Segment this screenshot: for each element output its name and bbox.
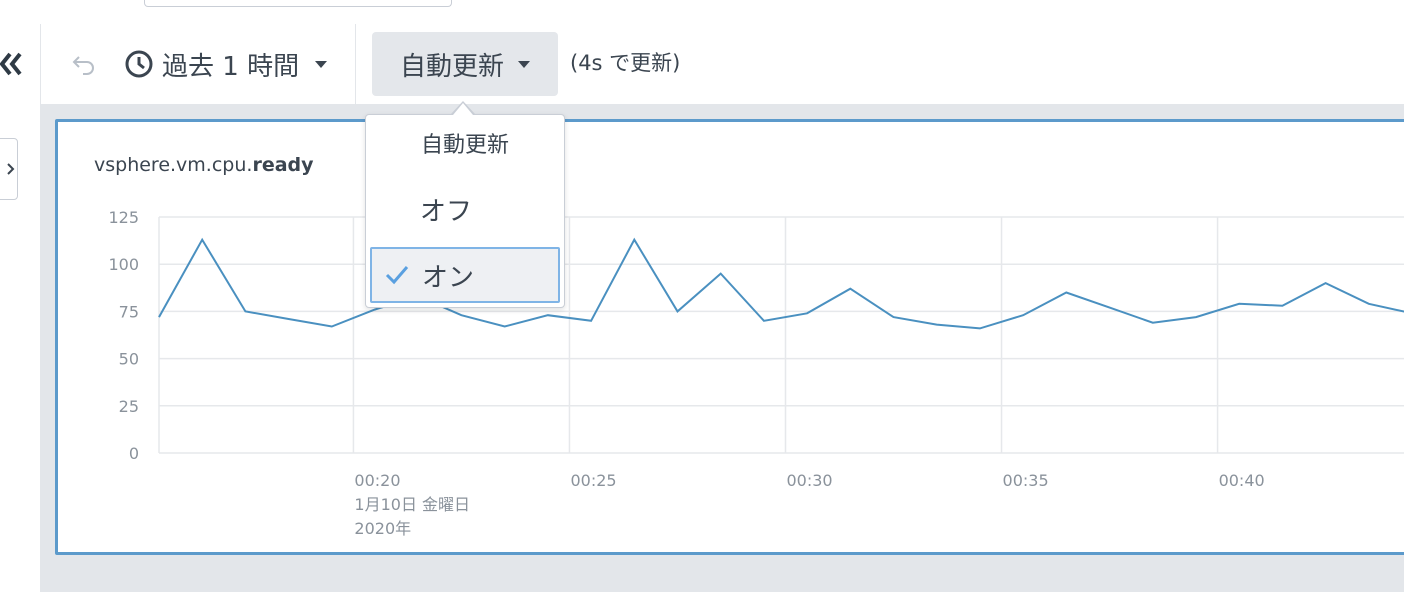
toolbar-divider: [355, 24, 356, 104]
search-field-edge[interactable]: [144, 0, 452, 7]
autorefresh-option-on[interactable]: オン: [370, 247, 560, 303]
time-range-picker[interactable]: 過去 1 時間: [124, 42, 328, 86]
x-tick-label: 1月10日 金曜日: [354, 495, 470, 514]
x-tick-label: 00:20: [354, 471, 400, 490]
y-tick-label: 25: [119, 397, 139, 416]
chevron-down-icon: [315, 60, 328, 68]
dashboard-canvas: vsphere.vm.cpu.ready 0 25 50 75 100 125 00:20 1…: [0, 104, 1404, 592]
y-tick-label: 0: [129, 444, 139, 463]
toolbar-divider: [40, 24, 41, 104]
double-chevron-left-icon: [0, 52, 22, 76]
autorefresh-menu-header: 自動更新: [420, 133, 509, 158]
autorefresh-option-off[interactable]: オフ: [370, 181, 560, 237]
autorefresh-menu: 自動更新 オフ オン: [365, 114, 565, 308]
y-tick-label: 100: [108, 255, 139, 274]
x-tick-label: 00:35: [1003, 471, 1049, 490]
y-tick-label: 125: [108, 208, 139, 227]
y-tick-label: 50: [119, 350, 139, 369]
clock-icon: [125, 50, 153, 78]
rail-expand-tab[interactable]: [0, 138, 18, 200]
time-range-label: 過去 1 時間: [162, 51, 300, 82]
chart-panel[interactable]: vsphere.vm.cpu.ready 0 25 50 75 100 125 00:20 1…: [55, 119, 1404, 555]
x-tick-label: 00:30: [787, 471, 833, 490]
menu-pointer-fill: [453, 103, 473, 115]
x-tick-label: 2020年: [354, 519, 411, 538]
refresh-status-text: (4s で更新): [570, 51, 681, 75]
chevron-down-icon: [518, 60, 530, 68]
line-chart[interactable]: 0 25 50 75 100 125 00:20 1月10日 金曜日 2020年 00:25 00:…: [58, 122, 1404, 552]
left-rail: [0, 104, 41, 592]
autorefresh-option-label: オン: [422, 262, 475, 293]
x-tick-label: 00:40: [1219, 471, 1265, 490]
chevron-right-icon: [7, 163, 15, 175]
autorefresh-label: 自動更新: [399, 51, 504, 82]
toolbar: 過去 1 時間 自動更新 (4s で更新): [0, 24, 1404, 104]
autorefresh-button[interactable]: 自動更新: [372, 32, 558, 96]
collapse-sidebar-button[interactable]: [0, 24, 40, 104]
y-tick-label: 75: [119, 302, 139, 321]
check-icon: [372, 264, 422, 286]
undo-zoom-button[interactable]: [64, 48, 104, 80]
x-tick-label: 00:25: [570, 471, 616, 490]
autorefresh-option-label: オフ: [420, 196, 473, 227]
undo-icon: [72, 56, 94, 75]
